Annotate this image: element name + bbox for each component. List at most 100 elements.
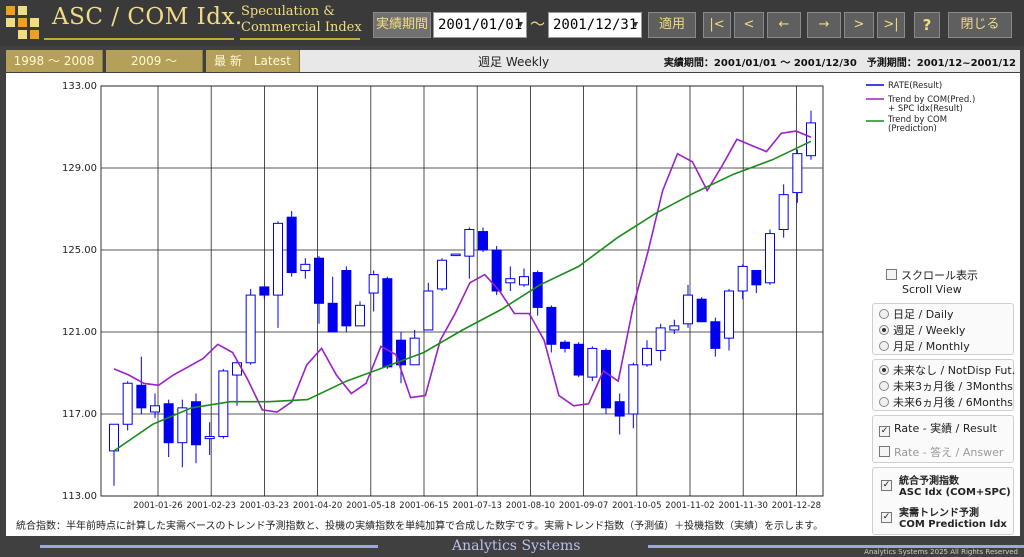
x-tick-label: 2001-01-26 (133, 501, 182, 511)
radio-no-future-dot[interactable] (879, 365, 889, 375)
candle-body (778, 194, 789, 230)
candle-body (300, 263, 311, 272)
nav-next-button[interactable]: > (844, 12, 874, 38)
candle-body (150, 405, 160, 413)
radio-monthly-dot[interactable] (879, 341, 889, 351)
radio-daily[interactable]: 日足 / Daily (879, 306, 954, 322)
x-tick-label: 2001-02-23 (186, 501, 235, 511)
x-tick-label: 2001-06-15 (399, 501, 448, 511)
nav-forward-button[interactable]: → (807, 12, 841, 38)
radio-daily-label: 日足 / Daily (893, 308, 954, 321)
candle-body (355, 304, 365, 327)
help-button[interactable]: ? (914, 12, 940, 38)
asc-index-toggle[interactable]: ✓ 統合予測指数 ASC Idx (COM+SPC) (879, 472, 1011, 498)
candle-body (109, 423, 119, 452)
timeframe-group: 日足 / Daily 週足 / Weekly 月足 / Monthly (872, 303, 1014, 355)
candle-body (628, 364, 639, 415)
x-tick-label: 2001-04-20 (293, 501, 342, 511)
candle-body (573, 343, 584, 376)
candle-body (368, 274, 379, 294)
rate-answer-checkbox[interactable] (879, 446, 890, 457)
rate-answer-toggle[interactable]: Rate - 答え / Answer (879, 444, 1003, 460)
x-tick-label: 2001-03-23 (240, 501, 289, 511)
legend-trend-com-label2: (Prediction) (888, 124, 937, 134)
view-title: 週足 Weekly (478, 55, 550, 69)
header-bar: ASC / COM Idx. Speculation & Commercial … (0, 0, 1024, 46)
price-chart[interactable]: 133.00 129.00 125.00 121.00 117.00 113.00 200… (6, 73, 866, 513)
x-tick-label: 2001-08-10 (506, 501, 555, 511)
candle-body (122, 382, 133, 425)
candle-body (737, 265, 748, 292)
candle-body (136, 384, 147, 409)
nav-first-button[interactable]: |< (703, 12, 731, 38)
radio-future-6m-dot[interactable] (879, 397, 889, 407)
x-tick-label: 2001-12-28 (772, 501, 821, 511)
candle-body (423, 290, 434, 331)
scroll-view-label-en: Scroll View (902, 283, 962, 296)
rate-result-label: Rate - 実績 / Result (894, 422, 997, 435)
y-axis-ticks: 133.00 129.00 125.00 121.00 117.00 113.00 (62, 81, 97, 502)
radio-weekly[interactable]: 週足 / Weekly (879, 322, 965, 338)
asc-index-checkbox[interactable]: ✓ (881, 480, 892, 491)
asc-index-label-ja: 統合予測指数 (899, 476, 959, 487)
candle-body (669, 325, 680, 331)
candle-body (163, 403, 174, 444)
radio-future-6m[interactable]: 未来6ヵ月後 / 6Months (879, 394, 1013, 410)
candle-body (792, 153, 803, 194)
footer-brand: Analytics Systems (452, 538, 581, 554)
com-index-toggle[interactable]: ✓ 実需トレンド予測 COM Prediction Idx (879, 504, 1007, 530)
candle-body (587, 347, 598, 378)
candle-body (382, 278, 393, 368)
nav-back-button[interactable]: ← (767, 12, 801, 38)
candle-body (642, 347, 652, 366)
close-button[interactable]: 閉じる (948, 12, 1012, 38)
candle-body (519, 276, 529, 286)
rate-result-toggle[interactable]: ✓ Rate - 実績 / Result (879, 420, 997, 437)
rate-group: ✓ Rate - 実績 / Result Rate - 答え / Answer (872, 415, 1014, 463)
radio-future-6m-label: 未来6ヵ月後 / 6Months (893, 396, 1013, 409)
radio-no-future-label: 未来なし / NotDisp Fut. (893, 364, 1016, 377)
period-1998-2008-button[interactable]: 1998 ～ 2008 (6, 50, 103, 72)
candle-body (765, 233, 775, 284)
app-title: ASC / COM Idx. (52, 4, 243, 30)
chevron-down-icon: ▼ (632, 20, 638, 30)
candle-body (655, 327, 666, 351)
radio-daily-dot[interactable] (879, 309, 889, 319)
nav-prev-button[interactable]: < (734, 12, 764, 38)
radio-future-3m-dot[interactable] (879, 381, 889, 391)
radio-no-future[interactable]: 未来なし / NotDisp Fut. (879, 362, 1015, 378)
radio-monthly-label: 月足 / Monthly (893, 340, 970, 353)
apply-button[interactable]: 適用 (648, 12, 696, 38)
candle-body (341, 270, 352, 327)
candle-body (710, 321, 721, 349)
nav-last-button[interactable]: >| (877, 12, 905, 38)
period-info: 実績期間：2001/01/01 ～ 2001/12/30 予測期間：2001/1… (663, 58, 1016, 69)
date-to-select[interactable]: 2001/12/31 ▼ (548, 12, 642, 38)
x-axis-ticks: 2001-01-26 2001-02-23 2001-03-23 2001-04-20… (133, 501, 821, 511)
radio-monthly[interactable]: 月足 / Monthly (879, 338, 970, 354)
candle-body (806, 122, 816, 157)
date-from-select[interactable]: 2001/01/01 ▼ (433, 12, 527, 38)
period-latest-button[interactable]: 最 新 Latest (206, 50, 300, 72)
rate-result-checkbox[interactable]: ✓ (879, 426, 890, 437)
legend-trend-pred-label2: + SPC Idx(Result) (888, 104, 963, 114)
period-2009-button[interactable]: 2009 ～ (106, 50, 203, 72)
asc-index-label-en: ASC Idx (COM+SPC) (899, 487, 1011, 498)
date-range-tilde: ～ (530, 15, 546, 33)
radio-future-3m[interactable]: 未来3ヵ月後 / 3Months (879, 378, 1013, 394)
future-group: 未来なし / NotDisp Fut. 未来3ヵ月後 / 3Months 未来6… (872, 359, 1015, 411)
chart-footnote: 統合指数：半年前時点に計算した実需ベースのトレンド予測指数と、投機の実績指数を単… (16, 521, 824, 532)
y-tick-label: 113.00 (62, 491, 97, 502)
y-tick-label: 129.00 (62, 163, 97, 174)
scroll-view-toggle[interactable]: スクロール表示 (886, 267, 978, 283)
candle-body (683, 294, 693, 325)
candle-body (546, 306, 557, 345)
candle-body (505, 278, 516, 284)
com-index-label-ja: 実需トレンド予測 (899, 508, 979, 519)
candle-body (560, 341, 570, 349)
scroll-view-checkbox[interactable] (886, 269, 897, 280)
legend-panel: RATE(Result) Trend by COM(Pred.) + SPC I… (866, 81, 975, 134)
radio-weekly-dot[interactable] (879, 325, 889, 335)
candle-body (409, 337, 420, 366)
com-index-checkbox[interactable]: ✓ (881, 512, 892, 523)
